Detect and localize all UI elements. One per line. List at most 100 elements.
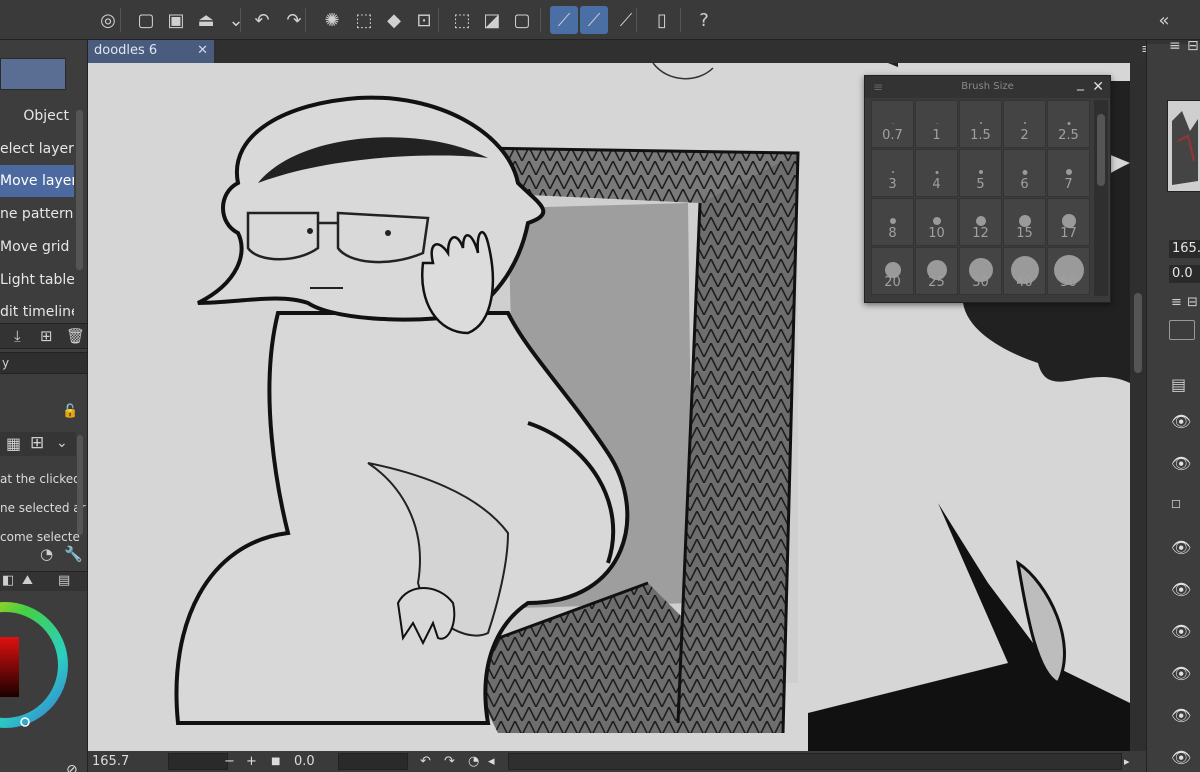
- expand-icon[interactable]: ⊟: [1187, 40, 1199, 54]
- color-slider-icon[interactable]: ⊘: [66, 762, 78, 772]
- subtool-item[interactable]: Move layer: [0, 165, 74, 198]
- layer-toolbar-button[interactable]: [1169, 320, 1195, 340]
- brush-size-option[interactable]: 6: [1003, 149, 1046, 197]
- canvas-vertical-scrollbar[interactable]: [1130, 63, 1146, 751]
- color-wheel-tab-icon[interactable]: ◧: [2, 573, 14, 588]
- navigator-angle-field[interactable]: 0.0: [1169, 265, 1200, 283]
- brush-size-option[interactable]: 15: [1003, 198, 1046, 246]
- visibility-eye-icon[interactable]: 👁: [1171, 580, 1191, 599]
- zoom-out-button[interactable]: −: [224, 753, 235, 770]
- setting-line-3[interactable]: come selecte: [0, 530, 80, 544]
- menu-icon[interactable]: ≡: [1171, 295, 1182, 310]
- chevron-down-icon[interactable]: ⌄: [56, 435, 68, 451]
- subtool-item[interactable]: Move grid: [0, 231, 74, 263]
- open-folder-icon[interactable]: ▣: [162, 6, 190, 34]
- horizontal-scrollbar[interactable]: [508, 753, 1122, 770]
- zoom-value[interactable]: 165.7: [92, 753, 129, 770]
- rotation-slider[interactable]: [338, 753, 408, 770]
- deselect-icon[interactable]: ⬚: [448, 6, 476, 34]
- color-set-tab-icon[interactable]: ⛰: [22, 573, 33, 588]
- transform-icon[interactable]: ⊡: [410, 6, 438, 34]
- subtool-item[interactable]: ne pattern: [0, 198, 74, 230]
- close-icon[interactable]: ✕: [1092, 76, 1104, 98]
- visibility-eye-icon[interactable]: 👁: [1171, 748, 1191, 767]
- rotate-left-icon[interactable]: ↶: [420, 753, 431, 770]
- tool-property-scrollbar[interactable]: [77, 435, 83, 535]
- visibility-eye-icon[interactable]: 👁: [1171, 538, 1191, 557]
- collapse-panel-icon[interactable]: «: [1150, 6, 1178, 34]
- visibility-eye-icon[interactable]: 👁: [1171, 622, 1191, 641]
- brush-size-option[interactable]: 4: [915, 149, 958, 197]
- fit-button[interactable]: ■: [271, 753, 280, 770]
- undo-icon[interactable]: ↶: [248, 6, 276, 34]
- tab-doodles-6[interactable]: doodles 6 ✕: [88, 40, 214, 63]
- scroll-right-icon[interactable]: ▸: [1124, 753, 1130, 770]
- canvas-scroll-thumb[interactable]: [1134, 293, 1142, 373]
- setting-line-1[interactable]: at the clicked: [0, 472, 81, 486]
- navigator-thumbnail[interactable]: [1167, 100, 1200, 192]
- checker-icon[interactable]: ▦: [6, 434, 21, 453]
- brush-size-option[interactable]: 50: [1047, 247, 1090, 295]
- subtool-item[interactable]: Object: [0, 100, 74, 132]
- rotation-value[interactable]: 0.0: [294, 753, 315, 770]
- brush-size-scrollbar[interactable]: [1094, 100, 1108, 296]
- visibility-eye-icon[interactable]: 👁: [1171, 412, 1191, 431]
- color-history-tab-icon[interactable]: ▤: [58, 573, 70, 588]
- grid-icon[interactable]: ⊞: [30, 433, 44, 453]
- visibility-eye-icon[interactable]: 👁: [1171, 664, 1191, 683]
- app-logo-icon[interactable]: ◎: [94, 6, 122, 34]
- brush-size-option[interactable]: 20: [871, 247, 914, 295]
- rotate-right-icon[interactable]: ↷: [444, 753, 455, 770]
- loading-icon[interactable]: ✺: [318, 6, 346, 34]
- color-wheel[interactable]: [0, 600, 70, 730]
- palette-menu-icon[interactable]: ≡: [873, 76, 883, 98]
- visibility-eye-icon[interactable]: 👁: [1171, 706, 1191, 725]
- lock-icon[interactable]: 🔓: [62, 404, 78, 419]
- clear-icon[interactable]: ⬚: [350, 6, 378, 34]
- brush-size-option[interactable]: 2: [1003, 100, 1046, 148]
- add-subtool-icon[interactable]: ⊞: [40, 327, 53, 345]
- brush-size-option[interactable]: 25: [915, 247, 958, 295]
- tool-property-tab[interactable]: y: [0, 352, 87, 374]
- special-ruler-snap-icon[interactable]: ⟋: [580, 6, 608, 34]
- brush-size-option[interactable]: 0.7: [871, 100, 914, 148]
- zoom-slider[interactable]: [168, 753, 228, 770]
- zoom-in-button[interactable]: +: [246, 753, 257, 770]
- selection-border-icon[interactable]: ▢: [508, 6, 536, 34]
- brush-size-header[interactable]: ≡ Brush Size _ ✕: [865, 75, 1110, 98]
- brush-size-option[interactable]: 12: [959, 198, 1002, 246]
- reset-icon[interactable]: ◔: [40, 545, 53, 563]
- visibility-checkbox[interactable]: ☐: [1171, 498, 1191, 511]
- subtool-item[interactable]: Light table: [0, 264, 74, 296]
- wrench-icon[interactable]: 🔧: [64, 545, 83, 563]
- save-icon[interactable]: ⏏: [192, 6, 220, 34]
- brush-size-option[interactable]: 2.5: [1047, 100, 1090, 148]
- subtool-scrollbar[interactable]: [76, 110, 83, 270]
- navigator-zoom-field[interactable]: 165.: [1169, 240, 1200, 258]
- invert-selection-icon[interactable]: ◪: [478, 6, 506, 34]
- visibility-eye-icon[interactable]: 👁: [1171, 454, 1191, 473]
- ruler-snap-icon[interactable]: ⟋: [550, 6, 578, 34]
- brush-size-option[interactable]: 1.5: [959, 100, 1002, 148]
- brush-size-option[interactable]: 30: [959, 247, 1002, 295]
- expand-icon-2[interactable]: ⊟: [1187, 295, 1198, 310]
- dropdown-icon[interactable]: ⌄: [222, 6, 250, 34]
- brush-size-option[interactable]: 5: [959, 149, 1002, 197]
- smartphone-icon[interactable]: ▯: [648, 6, 676, 34]
- brush-size-option[interactable]: 3: [871, 149, 914, 197]
- brush-size-option[interactable]: 7: [1047, 149, 1090, 197]
- brush-size-option[interactable]: 1: [915, 100, 958, 148]
- reset-rotation-icon[interactable]: ◔: [468, 753, 479, 770]
- help-icon[interactable]: ?: [690, 6, 718, 34]
- layer-settings-icon[interactable]: ▤: [1171, 375, 1186, 394]
- delete-icon[interactable]: 🗑: [66, 327, 85, 345]
- minimize-icon[interactable]: _: [1077, 72, 1084, 94]
- flip-icon[interactable]: ◂: [488, 753, 495, 770]
- panel-menu-icon[interactable]: ≡: [1169, 40, 1181, 54]
- subtool-item[interactable]: elect layer: [0, 133, 74, 165]
- download-icon[interactable]: ⤓: [14, 327, 21, 345]
- setting-line-2[interactable]: ne selected ar: [0, 501, 86, 515]
- new-canvas-icon[interactable]: ▢: [132, 6, 160, 34]
- brush-size-option[interactable]: 10: [915, 198, 958, 246]
- brush-size-option[interactable]: 17: [1047, 198, 1090, 246]
